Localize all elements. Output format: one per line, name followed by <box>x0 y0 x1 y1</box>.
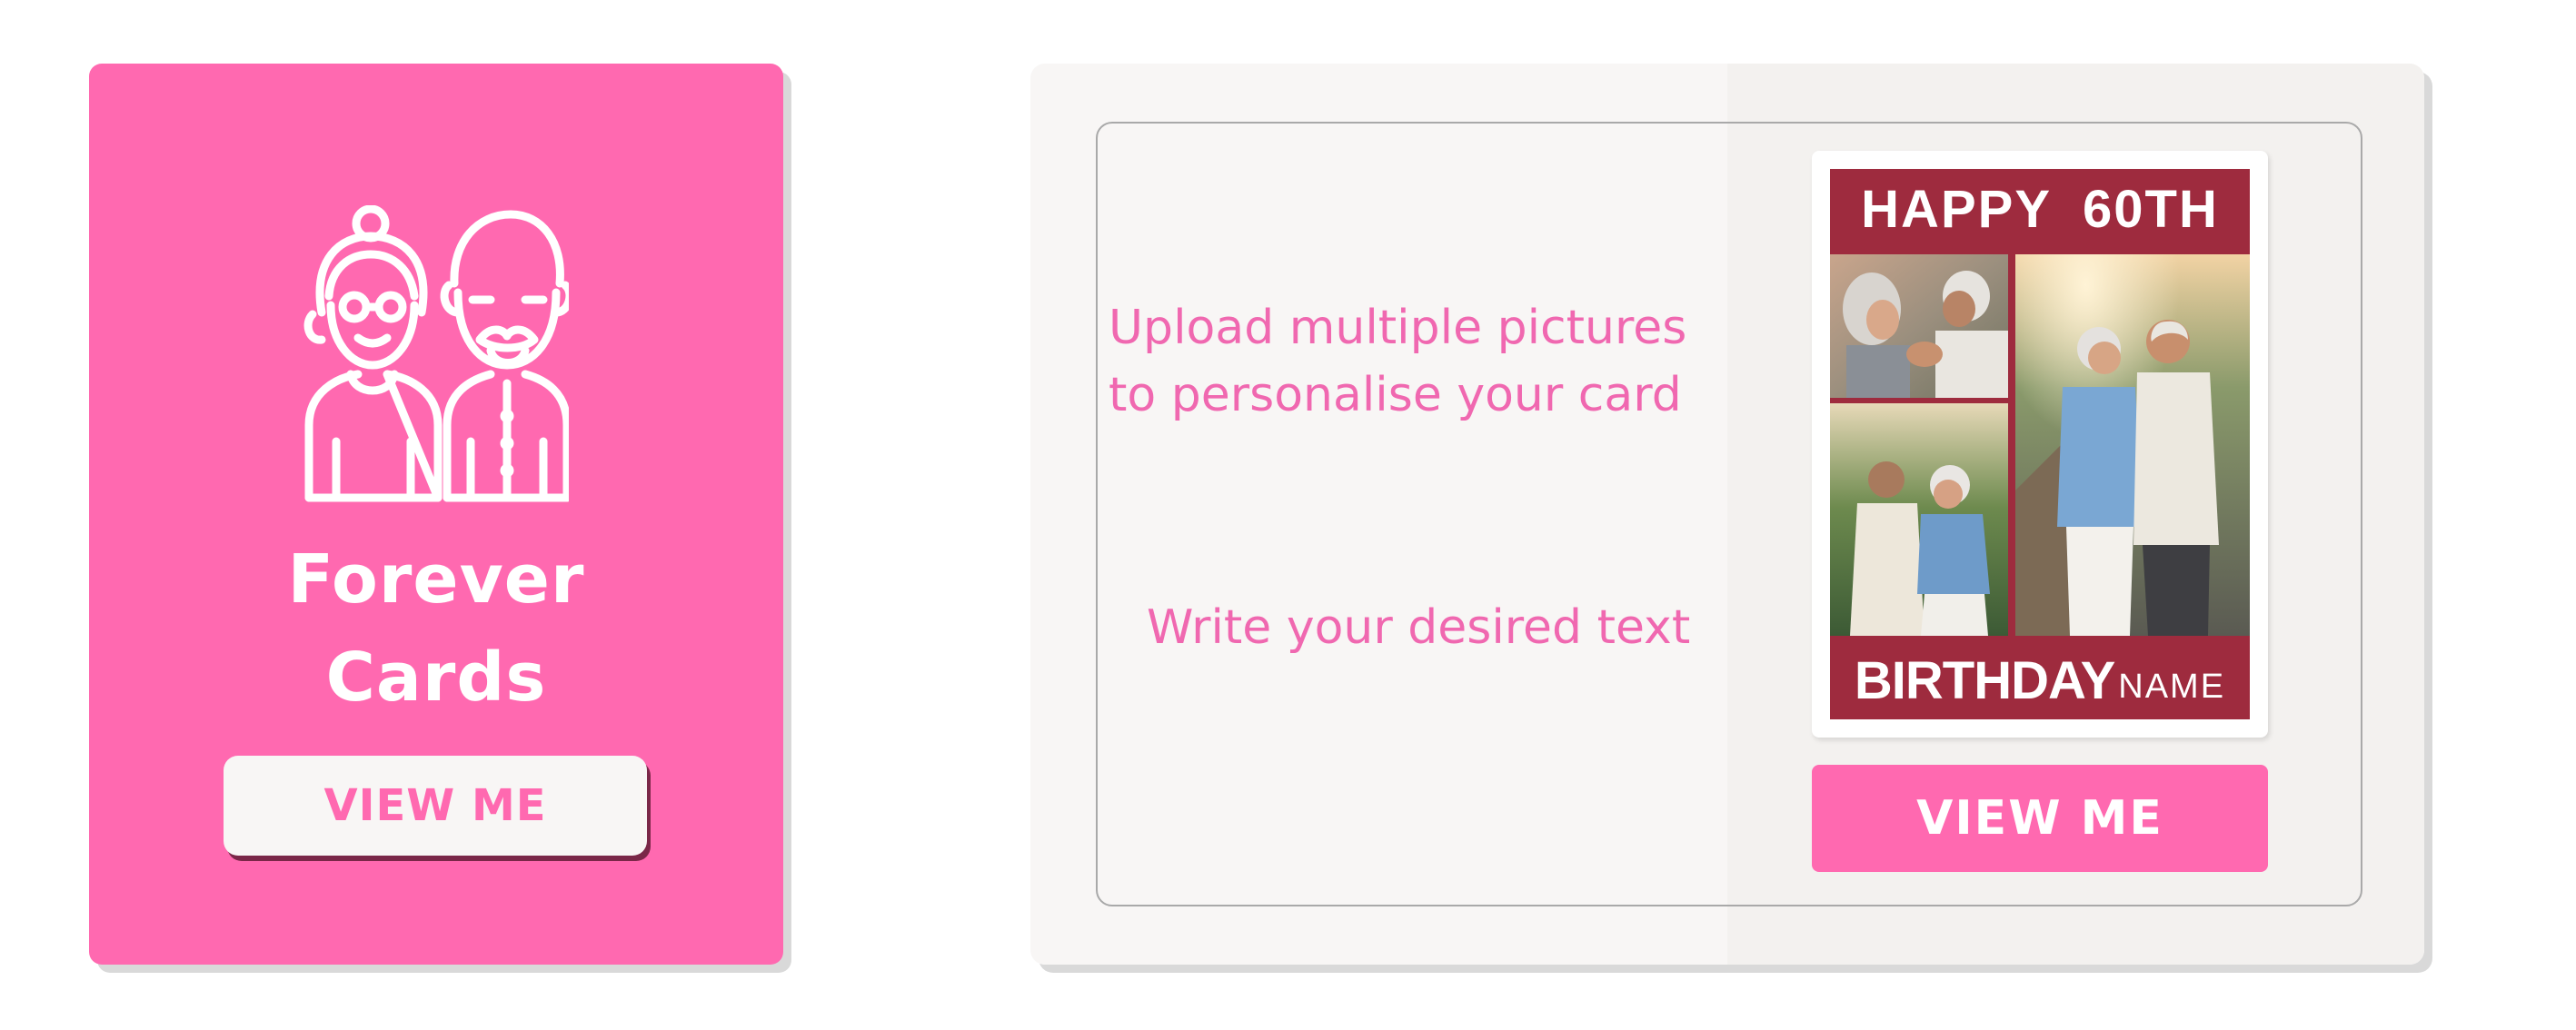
birthday-card-preview[interactable]: HAPPY 60TH BIRTHDAY NAME <box>1812 151 2268 738</box>
photo-couple-closeup <box>1830 254 2008 398</box>
forever-cards-tile: Forever Cards VIEW ME <box>89 64 783 965</box>
view-me-button-left[interactable]: VIEW ME <box>224 756 647 856</box>
card-frame: HAPPY 60TH BIRTHDAY NAME <box>1830 169 2250 719</box>
photo-couple-dancing <box>1830 403 2008 636</box>
card-footer-birthday: BIRTHDAY <box>1854 650 2115 710</box>
brand-title-line2: Cards <box>325 639 547 717</box>
photo-couple-kiss <box>2015 254 2250 636</box>
view-me-button-right[interactable]: VIEW ME <box>1812 765 2268 872</box>
card-footer: BIRTHDAY NAME <box>1830 641 2250 719</box>
upload-instructions: Upload multiple pictures to personalise … <box>1109 294 1726 429</box>
brand-title: Forever Cards <box>89 530 783 727</box>
card-header-word1: HAPPY <box>1861 179 2052 239</box>
upload-line-2: to personalise your card <box>1109 368 1682 422</box>
card-header-word2: 60TH <box>2083 179 2219 239</box>
card-footer-name: NAME <box>2118 667 2226 706</box>
upload-line-1: Upload multiple pictures <box>1109 301 1687 355</box>
elderly-couple-icon <box>303 205 569 502</box>
card-header: HAPPY 60TH <box>1830 169 2250 249</box>
brand-title-line1: Forever <box>287 540 585 619</box>
write-text-instruction: Write your desired text <box>1147 600 1691 655</box>
